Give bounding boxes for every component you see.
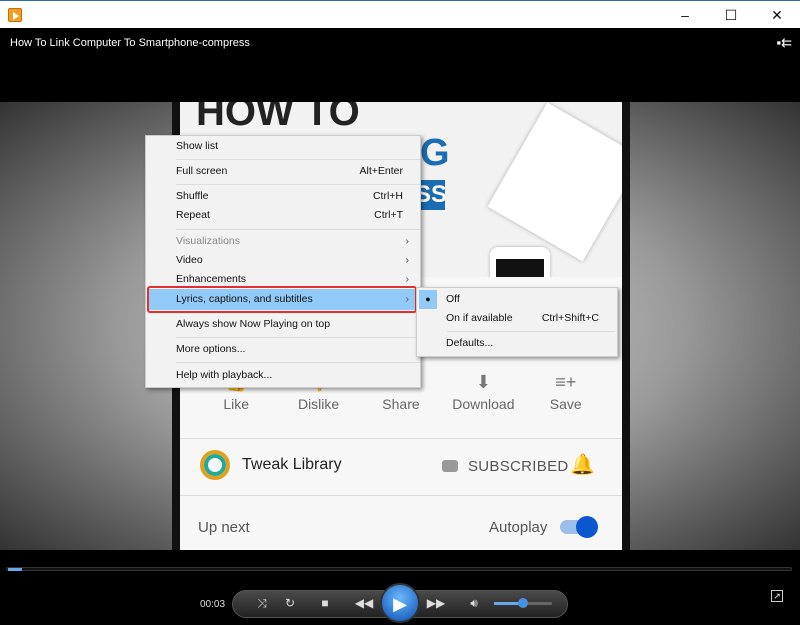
chevron-right-icon: › (406, 232, 410, 251)
thumb-text-g: G (420, 132, 450, 175)
divider (180, 438, 622, 439)
download-icon: ⬇ (443, 372, 523, 396)
submenu-label: On if available (446, 312, 513, 324)
menu-full-screen[interactable]: Full screen Alt+Enter (147, 162, 419, 181)
selected-bullet-icon: ● (419, 290, 437, 309)
save-action: ≡+Save (526, 372, 606, 412)
menu-shuffle[interactable]: Shuffle Ctrl+H (147, 187, 419, 206)
youtube-icon (442, 460, 458, 472)
divider (180, 495, 622, 496)
menu-label: Always show Now Playing on top (176, 318, 330, 330)
menu-separator (176, 362, 420, 363)
channel-logo (200, 450, 230, 480)
submenu-on-if-available[interactable]: On if available Ctrl+Shift+C (417, 309, 617, 328)
next-icon[interactable]: ▶▶ (426, 596, 446, 610)
now-playing-header: How To Link Computer To Smartphone-compr… (0, 28, 800, 102)
seek-progress (8, 568, 22, 571)
save-label: Save (550, 396, 582, 412)
context-menu: Show list Full screen Alt+Enter Shuffle Ct… (145, 135, 421, 388)
menu-more-options[interactable]: More options... (147, 340, 419, 359)
maximize-button[interactable]: ☐ (708, 1, 754, 29)
menu-help-playback[interactable]: Help with playback... (147, 366, 419, 385)
submenu-label: Defaults... (446, 337, 493, 349)
playback-controls: 00:03 ⤨ ↻ ■ ◀◀ ▶ ▶▶ 🔊︎ ↗ (0, 550, 800, 625)
menu-shortcut: Ctrl+H (373, 187, 403, 206)
previous-icon[interactable]: ◀◀ (354, 596, 374, 610)
menu-label: Help with playback... (176, 369, 272, 381)
subscribed-label: SUBSCRIBED (442, 458, 569, 475)
minimize-button[interactable]: – (662, 1, 708, 29)
menu-label: Repeat (176, 209, 210, 221)
menu-separator (176, 184, 420, 185)
up-next-label: Up next (198, 519, 250, 536)
submenu-off[interactable]: ● Off (417, 290, 617, 309)
menu-separator (176, 337, 420, 338)
menu-visualizations[interactable]: Visualizations › (147, 232, 419, 251)
channel-name: Tweak Library (242, 456, 342, 474)
close-button[interactable]: ✕ (754, 1, 800, 29)
menu-label: More options... (176, 343, 245, 355)
menu-separator (176, 229, 420, 230)
submenu-label: Off (446, 293, 460, 305)
menu-always-on-top[interactable]: Always show Now Playing on top (147, 315, 419, 334)
autoplay-label: Autoplay (489, 519, 547, 536)
volume-knob[interactable] (518, 598, 528, 608)
download-label: Download (452, 396, 514, 412)
share-label: Share (382, 396, 419, 412)
thumb-title: HOW TO (196, 102, 360, 135)
bell-icon: 🔔 (570, 452, 595, 477)
submenu-defaults[interactable]: Defaults... (417, 334, 617, 353)
menu-label: Video (176, 254, 203, 266)
menu-label: Enhancements (176, 273, 246, 285)
seek-bar[interactable] (6, 567, 792, 571)
submenu-shortcut: Ctrl+Shift+C (542, 309, 599, 328)
menu-separator (447, 331, 615, 332)
menu-label: Shuffle (176, 190, 209, 202)
subscribed-text: SUBSCRIBED (468, 458, 569, 475)
like-label: Like (223, 396, 249, 412)
elapsed-time: 00:03 (200, 599, 225, 610)
video-title: How To Link Computer To Smartphone-compr… (10, 37, 250, 49)
repeat-icon[interactable]: ↻ (280, 596, 300, 610)
autoplay-toggle (560, 520, 594, 534)
save-icon: ≡+ (526, 372, 606, 396)
notebook-image (487, 103, 622, 262)
media-player-icon (8, 8, 22, 22)
menu-shortcut: Alt+Enter (360, 162, 403, 181)
stop-icon[interactable]: ■ (315, 596, 335, 610)
menu-video[interactable]: Video › (147, 251, 419, 270)
dislike-label: Dislike (298, 396, 339, 412)
shuffle-icon[interactable]: ⤨ (252, 596, 272, 611)
menu-shortcut: Ctrl+T (374, 206, 403, 225)
menu-repeat[interactable]: Repeat Ctrl+T (147, 206, 419, 225)
menu-label: Visualizations (176, 235, 240, 247)
download-action: ⬇Download (443, 372, 523, 412)
captions-submenu: ● Off On if available Ctrl+Shift+C Default… (416, 287, 618, 357)
phone-image (490, 247, 550, 277)
menu-label: Full screen (176, 165, 227, 177)
menu-label: Show list (176, 140, 218, 152)
switch-to-library-icon[interactable]: ▪⇇ (776, 35, 792, 51)
title-bar: – ☐ ✕ (0, 0, 800, 28)
highlight-annotation-box (147, 286, 417, 313)
switch-to-mini-mode-icon[interactable]: ↗ (771, 590, 783, 602)
menu-show-list[interactable]: Show list (147, 137, 419, 156)
volume-icon[interactable]: 🔊︎ (464, 596, 484, 611)
play-button[interactable]: ▶ (380, 583, 420, 623)
menu-separator (176, 159, 420, 160)
chevron-right-icon: › (406, 251, 410, 270)
